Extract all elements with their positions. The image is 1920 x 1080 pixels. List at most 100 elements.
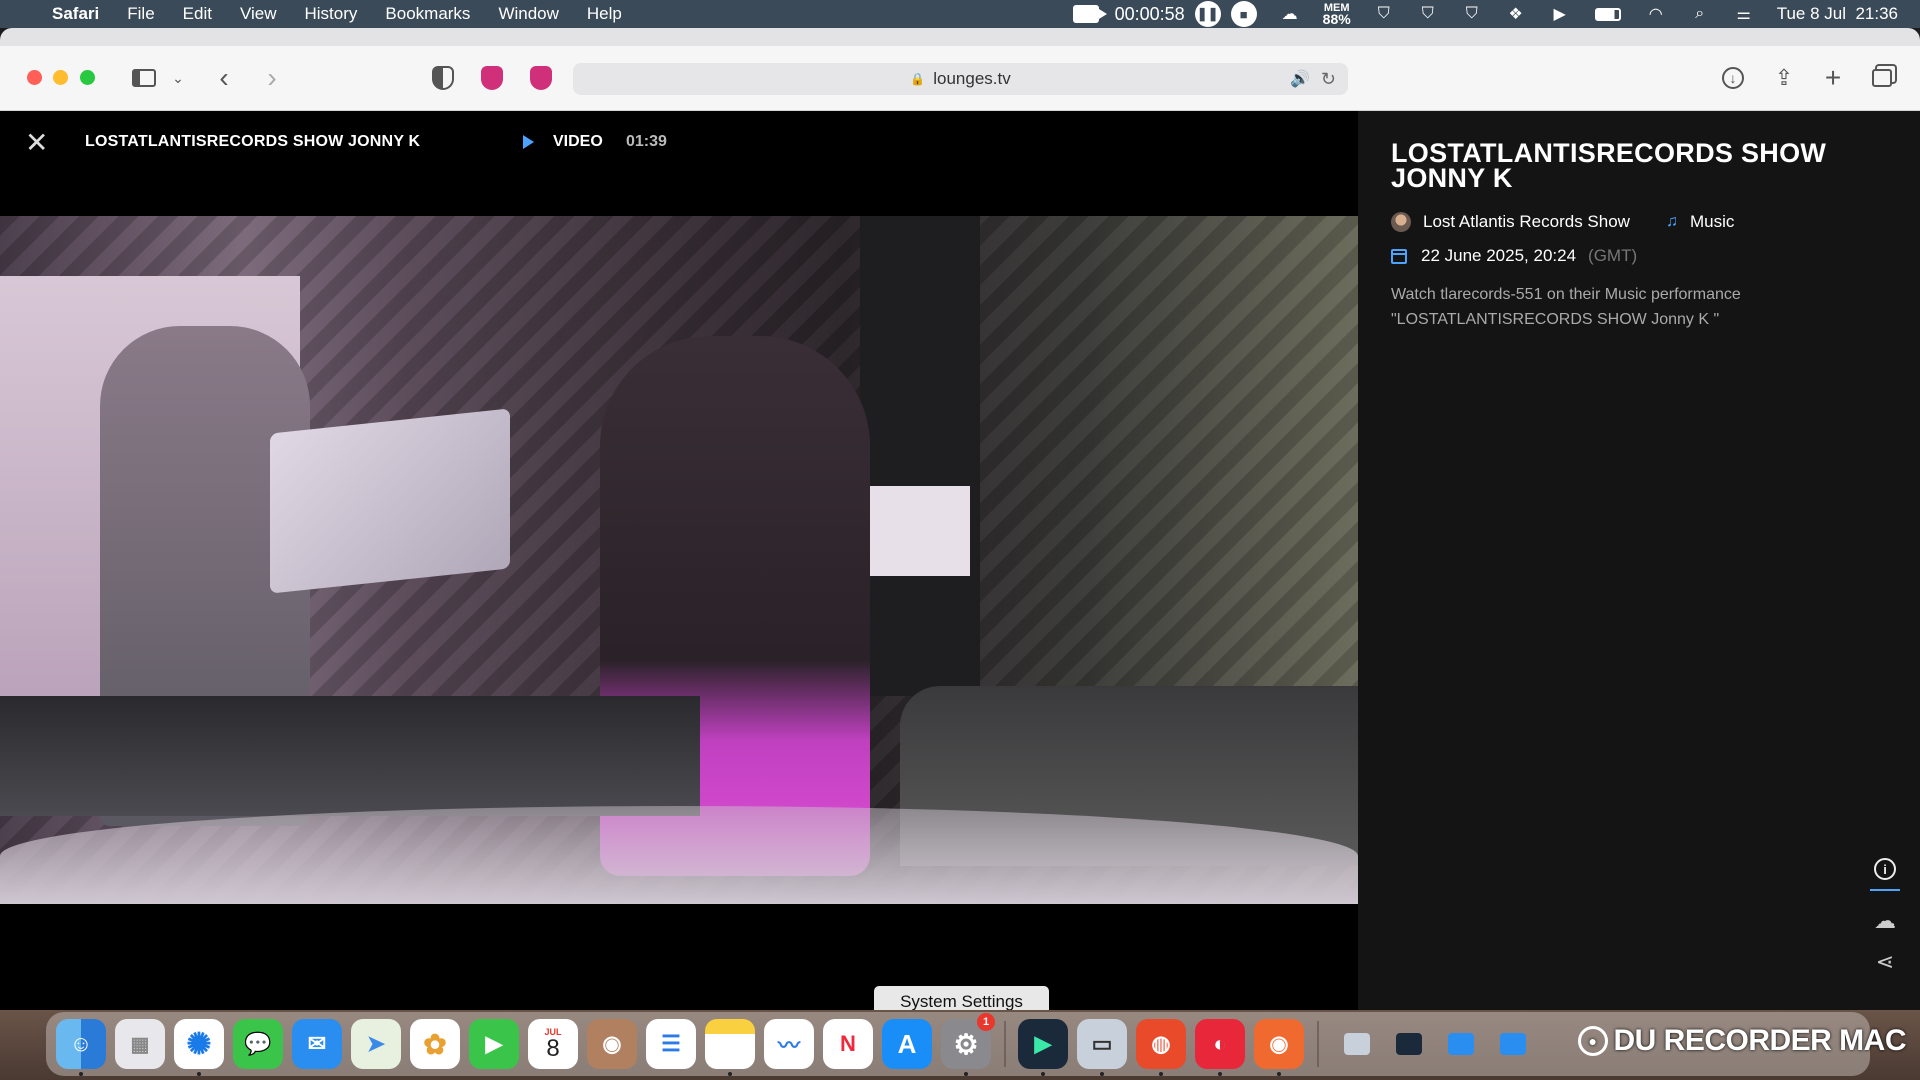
safari-icon[interactable]: ✺ [174,1019,224,1076]
messages-icon[interactable]: 💬 [233,1019,283,1069]
notes-icon[interactable] [705,1019,755,1076]
play-icon[interactable] [523,135,534,149]
minimize-window-button[interactable] [53,70,68,85]
music-note-icon: ♫ [1665,213,1678,230]
close-icon[interactable]: ✕ [25,129,49,157]
sidebar-toggle-icon[interactable] [130,64,158,92]
launchpad-icon[interactable]: ▦ [115,1019,165,1069]
video-duration: 01:39 [626,133,667,150]
system-settings-icon[interactable]: ⚙ 1 [941,1013,995,1076]
photos-icon[interactable]: ✿ [410,1019,460,1069]
freeform-icon[interactable]: 〰 [764,1019,814,1069]
address-bar[interactable]: 🔒 lounges.tv 🔊 ↻ [573,63,1348,95]
details-channel-row: Lost Atlantis Records Show ♫ Music [1391,212,1734,232]
close-window-button[interactable] [27,70,42,85]
extension-shield-icon[interactable] [480,64,504,92]
facetime-icon[interactable]: ▶ [469,1019,519,1069]
weather-icon[interactable]: ☁ [1279,3,1301,25]
details-title: LOSTATLANTISRECORDS SHOW JONNY K [1391,138,1827,193]
menu-bookmarks[interactable]: Bookmarks [385,4,470,24]
screen-recording-status[interactable]: 00:00:58 ❚❚ ■ [1072,1,1257,27]
recording-timer: 00:00:58 [1114,3,1185,24]
channel-name-link[interactable]: Lost Atlantis Records Show [1423,212,1630,232]
downloads-icon[interactable]: ↓ [1720,64,1746,92]
extension-shield-2-icon[interactable] [529,64,553,92]
video-frame[interactable] [0,216,1358,904]
audio-playing-icon[interactable]: 🔊 [1290,69,1310,89]
category-link[interactable]: Music [1690,212,1734,232]
finder-icon[interactable]: ☺ [56,1019,106,1076]
url-text: lounges.tv [933,69,1011,88]
video-title: LOSTATLANTISRECORDS SHOW JONNY K [85,133,421,150]
video-player: ✕ LOSTATLANTISRECORDS SHOW JONNY K VIDEO… [0,111,1358,1010]
share-icon[interactable]: ⇪ [1771,64,1797,92]
broadcast-date: 22 June 2025, 20:24 [1421,246,1577,265]
browser-toolbar: ⌄ ‹ › 🔒 lounges.tv 🔊 ↻ ↓ ⇪ + [0,46,1920,111]
video-header: ✕ LOSTATLANTISRECORDS SHOW JONNY K VIDEO… [0,111,1358,175]
new-tab-icon[interactable]: + [1820,62,1846,93]
recorder-watermark: ● DU RECORDER MAC [1577,1024,1907,1058]
studio-sign-column [860,216,980,696]
recorder-watermark-text: DU RECORDER MAC [1613,1024,1907,1057]
calendar-icon [1391,248,1407,264]
foreground-blur [0,806,1358,904]
tab-overview-icon[interactable] [1869,64,1895,92]
menu-history[interactable]: History [305,4,358,24]
reminders-icon[interactable]: ☰ [646,1019,696,1069]
minimized-window-1[interactable] [1344,1033,1370,1055]
forward-chevron-icon[interactable]: › [260,62,284,93]
du-recorder-icon[interactable]: ◉ [1254,1019,1304,1076]
app-store-icon[interactable]: A [882,1019,932,1069]
control-center-icon[interactable]: ⚌ [1733,3,1755,25]
chat-icon[interactable]: ☁ [1870,908,1900,934]
news-icon[interactable]: N [823,1019,873,1069]
battery-icon[interactable] [1593,3,1623,25]
dock-tooltip: System Settings [874,986,1049,1010]
details-description: Watch tlarecords-551 on their Music perf… [1391,286,1741,328]
spotlight-search-icon[interactable]: ⌕ [1689,3,1711,25]
menu-view[interactable]: View [240,4,277,24]
timezone-label: (GMT) [1588,246,1638,265]
menu-app-name[interactable]: Safari [52,4,99,24]
screen-capture-icon[interactable]: ▭ [1077,1019,1127,1076]
vpn-shield-icon[interactable]: ⛉ [1373,3,1395,25]
maps-icon[interactable]: ➤ [351,1019,401,1069]
laptop [270,408,510,594]
lock-icon: 🔒 [910,72,926,86]
menu-file[interactable]: File [127,4,154,24]
menu-edit[interactable]: Edit [183,4,212,24]
menu-window[interactable]: Window [498,4,558,24]
calendar-app-icon[interactable]: JUL 8 [528,1019,578,1069]
play-circle-icon[interactable]: ▶ [1549,3,1571,25]
red-app-icon[interactable]: ◐ [1195,1019,1245,1076]
filmora-icon[interactable]: ▶ [1018,1019,1068,1076]
back-chevron-icon[interactable]: ‹ [212,62,236,93]
video-camera-icon [1072,5,1107,23]
details-date-row: 22 June 2025, 20:24 (GMT) [1391,246,1637,266]
privacy-report-icon[interactable] [431,64,455,92]
stop-recording-icon[interactable]: ■ [1230,1,1257,27]
share-network-icon[interactable]: ⋖ [1870,949,1900,975]
pause-recording-icon[interactable]: ❚❚ [1194,1,1221,27]
duckduckgo-icon[interactable]: ◍ [1136,1019,1186,1076]
minimized-window-3[interactable] [1448,1033,1474,1055]
wifi-icon[interactable]: ◠ [1645,3,1667,25]
calendar-day-label: 8 [546,1035,560,1062]
menu-clock[interactable]: Tue 8 Jul 21:36 [1777,4,1898,24]
memory-value: 88% [1322,11,1351,27]
contacts-icon[interactable]: ◉ [587,1019,637,1069]
dropbox-icon[interactable]: ❖ [1505,3,1527,25]
tab-group-chevron-icon[interactable]: ⌄ [170,64,186,92]
recorder-camera-icon: ● [1577,1026,1608,1056]
privacy-shield-icon[interactable]: ⛉ [1461,3,1483,25]
minimized-window-2[interactable] [1396,1033,1422,1055]
menu-help[interactable]: Help [587,4,622,24]
info-tab-indicator [1870,889,1900,891]
memory-status[interactable]: MEM 88% [1322,3,1351,27]
mail-icon[interactable]: ✉ [292,1019,342,1069]
reload-icon[interactable]: ↻ [1321,69,1336,90]
minimized-window-4[interactable] [1500,1033,1526,1055]
info-icon[interactable]: i [1874,858,1896,880]
zoom-window-button[interactable] [80,70,95,85]
security-shield-icon[interactable]: ⛉ [1417,3,1439,25]
